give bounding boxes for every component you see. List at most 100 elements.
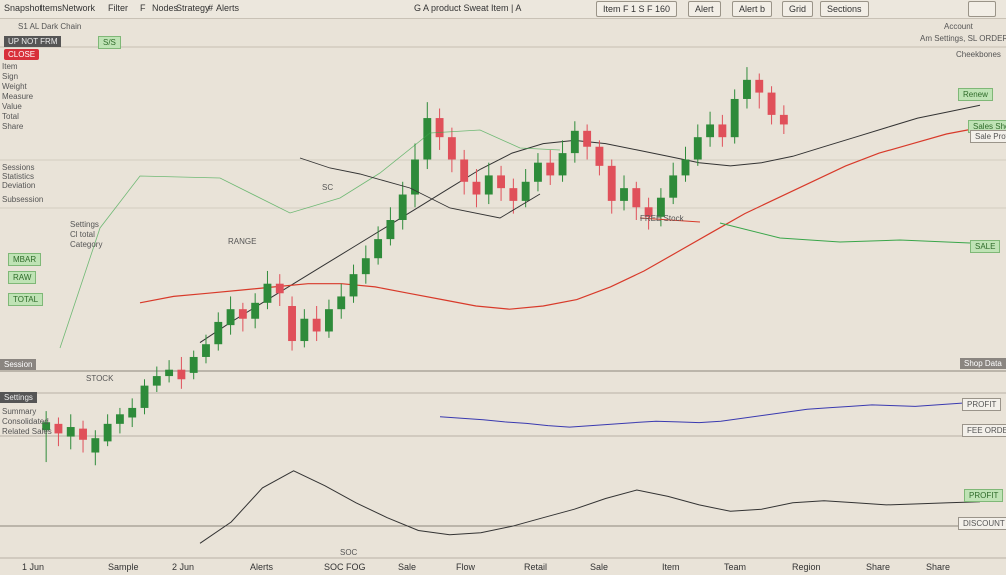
x-axis-tick: Team: [724, 562, 747, 572]
candle-body: [497, 175, 505, 189]
candle-body: [607, 165, 616, 201]
session-badge[interactable]: Session: [0, 359, 37, 370]
candle-body: [681, 159, 690, 176]
right-badge[interactable]: PROFIT: [962, 398, 1002, 411]
left-bottom-label: Summary: [2, 407, 37, 416]
chart-annotation: FREE Stock: [640, 214, 684, 223]
menu-item[interactable]: Snapshot: [4, 3, 42, 13]
right-badge[interactable]: Sale Profit: [970, 130, 1006, 143]
sections-button[interactable]: Sections: [820, 1, 869, 17]
menu-item[interactable]: Filter: [108, 3, 128, 13]
right-badge[interactable]: SALE: [970, 240, 1001, 253]
x-axis-tick: 1 Jun: [22, 562, 45, 572]
menu-item[interactable]: Network: [62, 3, 95, 13]
candle-body: [202, 344, 210, 357]
toolbar-button[interactable]: Item F 1 S F 160: [596, 1, 678, 17]
menu-item[interactable]: Strategy: [176, 3, 210, 13]
candle-body: [214, 321, 223, 345]
candle-body: [460, 159, 469, 182]
candle-body: [275, 283, 284, 294]
candle-body: [152, 376, 161, 386]
candle-body: [620, 188, 628, 201]
candle-body: [251, 302, 260, 319]
left-bottom-label: Consolidated: [2, 417, 49, 426]
candle-body: [447, 137, 456, 160]
symbol-label: S1 AL Dark Chain: [18, 22, 82, 31]
grid-button[interactable]: Grid: [782, 1, 814, 17]
settings-badge[interactable]: Settings: [0, 392, 37, 403]
moving-average-lines: [139, 104, 981, 344]
candle-body: [238, 309, 247, 319]
candle-body: [595, 146, 604, 166]
menu-item[interactable]: Alerts: [216, 3, 239, 13]
oscillator-1-line: [439, 401, 981, 428]
right-badge[interactable]: PROFIT: [964, 489, 1004, 502]
left-badge-green[interactable]: S/S: [98, 36, 121, 49]
left-list2-item: Sessions: [2, 163, 35, 172]
x-axis-tick: Share: [866, 562, 891, 572]
settings-button[interactable]: [968, 1, 996, 17]
left-misc-label: Category: [70, 240, 103, 249]
candle-body: [386, 220, 395, 240]
left-green-badge[interactable]: RAW: [8, 271, 37, 284]
candle-body: [398, 194, 407, 220]
close-badge[interactable]: CLOSE: [4, 49, 40, 60]
candle-body: [128, 407, 137, 418]
candle-body: [140, 385, 149, 408]
candle-body: [558, 153, 567, 176]
candle-body: [165, 369, 174, 377]
candle-body: [718, 124, 727, 138]
menu-item[interactable]: F: [140, 3, 146, 13]
candle-body: [534, 162, 542, 182]
candle-body: [435, 118, 444, 138]
menu-item[interactable]: Items: [40, 3, 62, 13]
candle-body: [509, 188, 518, 201]
candle-body: [374, 239, 383, 259]
menu-item[interactable]: Nodes: [152, 3, 178, 13]
x-axis-tick: Item: [662, 562, 680, 572]
candle-body: [226, 309, 235, 326]
account-label: Account: [944, 22, 973, 31]
alert-b-button[interactable]: Alert b: [732, 1, 773, 17]
candle-body: [325, 309, 333, 332]
candle-body: [189, 356, 198, 373]
x-axis-tick: Sale: [398, 562, 417, 572]
candle-body: [54, 423, 63, 434]
chart-annotation: SOC: [340, 548, 358, 557]
candle-body: [767, 92, 776, 115]
candle-body: [91, 438, 100, 453]
right-badge[interactable]: Renew: [958, 88, 993, 101]
right-badge[interactable]: DISCOUNT: [958, 517, 1006, 530]
candle-body: [743, 79, 751, 99]
left-list-item: Measure: [2, 92, 34, 101]
x-axis-tick: Sale: [590, 562, 609, 572]
x-axis-tick: SOC FOG: [324, 562, 366, 572]
left-green-badge[interactable]: MBAR: [8, 253, 42, 266]
right-badge[interactable]: Shop Data: [960, 358, 1006, 369]
candle-body: [349, 274, 358, 297]
candle-body: [423, 118, 432, 160]
price-chart[interactable]: [0, 18, 1006, 575]
candle-body: [312, 318, 321, 332]
menu-item[interactable]: #: [208, 3, 213, 13]
oscillator-2-line: [199, 470, 981, 544]
left-list-item: Weight: [2, 82, 27, 91]
candlestick-series: [42, 67, 788, 466]
alert-button[interactable]: Alert: [688, 1, 721, 17]
candle-body: [103, 423, 112, 442]
candle-body: [66, 427, 75, 437]
candle-body: [706, 124, 715, 138]
left-bottom-label: Related Sales: [2, 427, 52, 436]
left-badge-dark[interactable]: UP NOT FRM: [4, 36, 62, 47]
candle-body: [583, 130, 592, 147]
candle-body: [546, 162, 555, 176]
candle-body: [115, 414, 124, 424]
candle-body: [693, 137, 702, 160]
chart-annotation: SC: [322, 183, 334, 192]
candle-body: [79, 428, 87, 440]
decor-lines: [59, 129, 971, 349]
oscillator-lines: [199, 401, 981, 544]
left-green-badge[interactable]: TOTAL: [8, 293, 44, 306]
right-badge[interactable]: FEE ORDER: [962, 424, 1006, 437]
x-axis-tick: Flow: [456, 562, 476, 572]
